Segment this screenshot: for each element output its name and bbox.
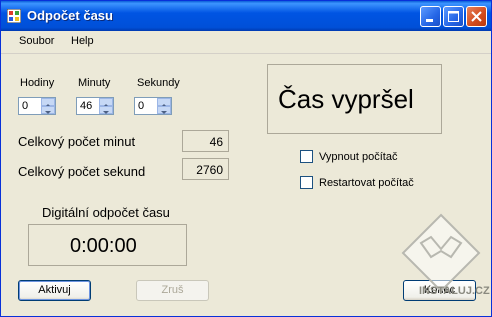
watermark-logo-icon: [401, 213, 481, 293]
seconds-stepper[interactable]: 0: [134, 97, 172, 115]
seconds-value[interactable]: 0: [138, 100, 144, 112]
activate-button[interactable]: Aktivuj: [18, 280, 91, 301]
hours-up-button[interactable]: [41, 98, 55, 107]
chevron-down-icon: [45, 111, 51, 114]
hours-down-button[interactable]: [41, 106, 55, 114]
countdown-value: 0:00:00: [70, 235, 137, 257]
status-panel: Čas vypršel: [267, 64, 442, 134]
hours-label: Hodiny: [20, 77, 55, 89]
seconds-label: Sekundy: [137, 77, 180, 89]
chevron-down-icon: [103, 111, 109, 114]
chevron-down-icon: [161, 111, 167, 114]
total-minutes-value: 46: [182, 130, 229, 152]
minutes-label: Minuty: [78, 77, 111, 89]
hours-stepper[interactable]: 0: [18, 97, 56, 115]
window-title: Odpočet času: [27, 8, 113, 23]
minutes-up-button[interactable]: [99, 98, 113, 107]
app-window-icon: [7, 9, 21, 23]
menu-help[interactable]: Help: [71, 35, 94, 47]
maximize-button[interactable]: [443, 6, 464, 27]
total-seconds-value: 2760: [182, 158, 229, 180]
minutes-down-button[interactable]: [99, 106, 113, 114]
app-window: Odpočet času Soubor Help Hodiny Minuty S…: [0, 0, 492, 317]
shutdown-label[interactable]: Vypnout počítač: [319, 151, 397, 163]
restart-label[interactable]: Restartovat počítač: [319, 177, 414, 189]
menu-file[interactable]: Soubor: [19, 35, 54, 47]
shutdown-checkbox[interactable]: [300, 150, 313, 163]
title-bar[interactable]: Odpočet času: [1, 1, 491, 31]
minutes-value[interactable]: 46: [80, 100, 92, 112]
close-icon: [471, 11, 482, 22]
seconds-up-button[interactable]: [157, 98, 171, 107]
hours-value[interactable]: 0: [22, 100, 28, 112]
maximize-icon: [448, 11, 459, 22]
minimize-button[interactable]: [420, 6, 441, 27]
countdown-label: Digitální odpočet času: [42, 205, 170, 220]
status-message: Čas vypršel: [278, 84, 414, 114]
minimize-icon: [426, 19, 433, 22]
menu-bar: Soubor Help: [1, 31, 491, 54]
total-minutes-label: Celkový počet minut: [18, 134, 136, 149]
restart-checkbox[interactable]: [300, 176, 313, 189]
total-seconds-label: Celkový počet sekund: [18, 164, 146, 179]
watermark-text: INSTALUJ.CZ: [419, 285, 490, 297]
minutes-stepper[interactable]: 46: [76, 97, 114, 115]
close-button[interactable]: [466, 6, 487, 27]
cancel-button[interactable]: Zruš: [136, 280, 209, 301]
countdown-display: 0:00:00: [28, 224, 187, 266]
seconds-down-button[interactable]: [157, 106, 171, 114]
